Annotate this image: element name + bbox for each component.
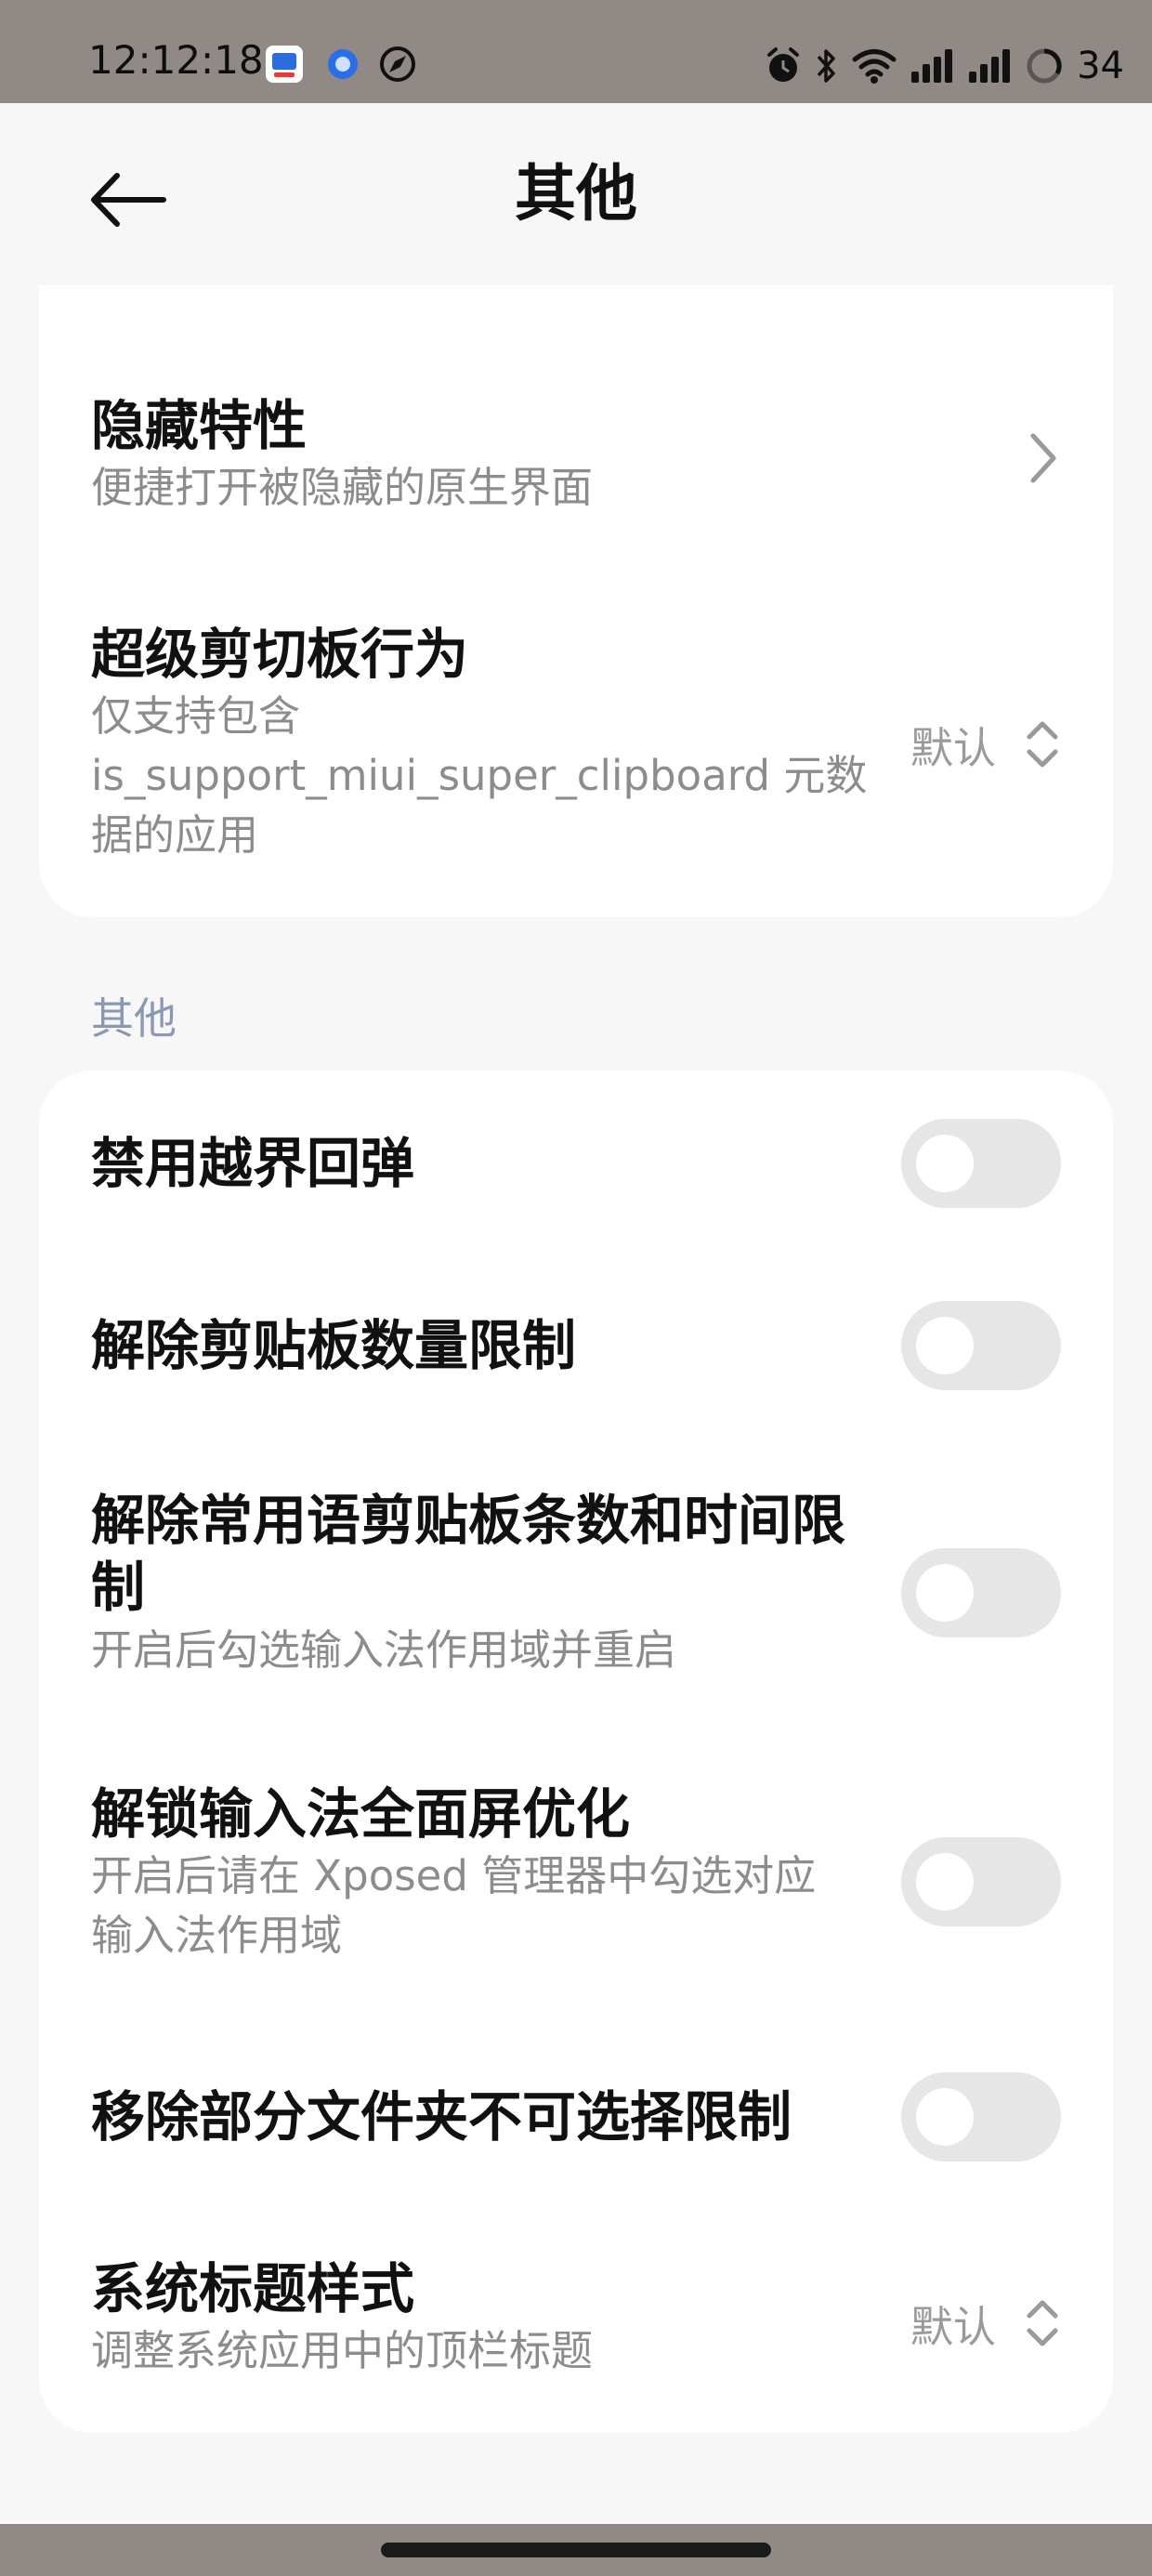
item-subtitle: 便捷打开被隐藏的原生界面 xyxy=(91,463,594,512)
title-line: 解除常用语剪贴板条数和时间限 xyxy=(91,1489,846,1552)
super-clipboard-item[interactable]: 超级剪切板行为 仅支持包含 is_support_miui_super_clip… xyxy=(91,622,1061,873)
subtitle-line: 开启后请在 Xposed 管理器中勾选对应 xyxy=(91,1851,817,1900)
toggle-knob xyxy=(916,1564,974,1622)
compass-icon xyxy=(380,46,415,82)
battery-ring-icon xyxy=(1027,48,1062,84)
expand-updown-icon xyxy=(1027,721,1058,768)
toggle-switch[interactable] xyxy=(901,1548,1061,1637)
title-line: 制 xyxy=(91,1556,146,1619)
folder-restriction-item[interactable]: 移除部分文件夹不可选择限制 xyxy=(91,2070,1061,2163)
navigation-bar xyxy=(0,2524,1152,2576)
dropdown-value[interactable]: 默认 xyxy=(910,715,996,776)
title-bar: 其他 xyxy=(0,103,1152,285)
phrase-clipboard-limit-item[interactable]: 解除常用语剪贴板条数和时间限 制 开启后勾选输入法作用域并重启 xyxy=(91,1487,1061,1701)
status-bar: 12:12:18 34 xyxy=(0,0,1152,103)
toggle-switch[interactable] xyxy=(901,2072,1061,2162)
status-time: 12:12:18 xyxy=(88,37,264,83)
status-right: 34 xyxy=(765,43,1124,89)
alarm-icon xyxy=(767,47,800,82)
item-subtitle: 开启后勾选输入法作用域并重启 xyxy=(91,1625,677,1675)
settings-card-top: 隐藏特性 便捷打开被隐藏的原生界面 超级剪切板行为 仅支持包含 is_suppo… xyxy=(39,285,1113,917)
page-title: 其他 xyxy=(515,158,637,230)
item-subtitle: 仅支持包含 is_support_miui_super_clipboard 元数… xyxy=(91,687,871,865)
item-title: 超级剪切板行为 xyxy=(91,623,469,686)
subtitle-line: 仅支持包含 xyxy=(91,691,301,741)
hidden-features-item[interactable]: 隐藏特性 便捷打开被隐藏的原生界面 xyxy=(91,393,1061,523)
wifi-icon xyxy=(852,49,897,84)
bluetooth-icon xyxy=(817,49,835,83)
toggle-knob xyxy=(916,2088,974,2146)
item-title: 解锁输入法全面屏优化 xyxy=(91,1782,631,1846)
title-style-item[interactable]: 系统标题样式 调整系统应用中的顶栏标题 默认 xyxy=(91,2256,1061,2386)
home-gesture-handle[interactable] xyxy=(381,2543,771,2557)
battery-level: 34 xyxy=(1077,45,1124,87)
app-badge-icon xyxy=(266,46,303,83)
signal-icon xyxy=(969,49,1011,83)
signal-icon xyxy=(911,49,953,83)
dropdown-value[interactable]: 默认 xyxy=(910,2293,996,2355)
item-subtitle: 开启后请在 Xposed 管理器中勾选对应 输入法作用域 xyxy=(91,1847,927,1965)
subtitle-line: is_support_miui_super_clipboard 元数 xyxy=(91,751,868,800)
item-title: 隐藏特性 xyxy=(91,394,308,457)
settings-card-other: 禁用越界回弹 解除剪贴板数量限制 解除常用语剪贴板条数和时间限 制 开启后勾选输… xyxy=(39,1071,1113,2433)
subtitle-line: 输入法作用域 xyxy=(91,1911,343,1960)
ime-fullscreen-item[interactable]: 解锁输入法全面屏优化 开启后请在 Xposed 管理器中勾选对应 输入法作用域 xyxy=(91,1781,1061,1977)
disable-overscroll-item[interactable]: 禁用越界回弹 xyxy=(91,1117,1061,1210)
clipboard-limit-item[interactable]: 解除剪贴板数量限制 xyxy=(91,1299,1061,1392)
toggle-switch[interactable] xyxy=(901,1119,1061,1208)
toggle-knob xyxy=(916,1135,974,1192)
toggle-knob xyxy=(916,1853,974,1911)
toggle-switch[interactable] xyxy=(901,1837,1061,1926)
toggle-switch[interactable] xyxy=(901,1301,1061,1390)
subtitle-line: 据的应用 xyxy=(91,810,259,860)
section-header: 其他 xyxy=(91,993,177,1044)
chevron-right-icon xyxy=(1030,433,1056,483)
blue-circle-app-icon xyxy=(328,49,358,79)
expand-updown-icon xyxy=(1027,2300,1058,2346)
toggle-knob xyxy=(916,1317,974,1374)
item-title: 解除常用语剪贴板条数和时间限 制 xyxy=(91,1487,927,1621)
